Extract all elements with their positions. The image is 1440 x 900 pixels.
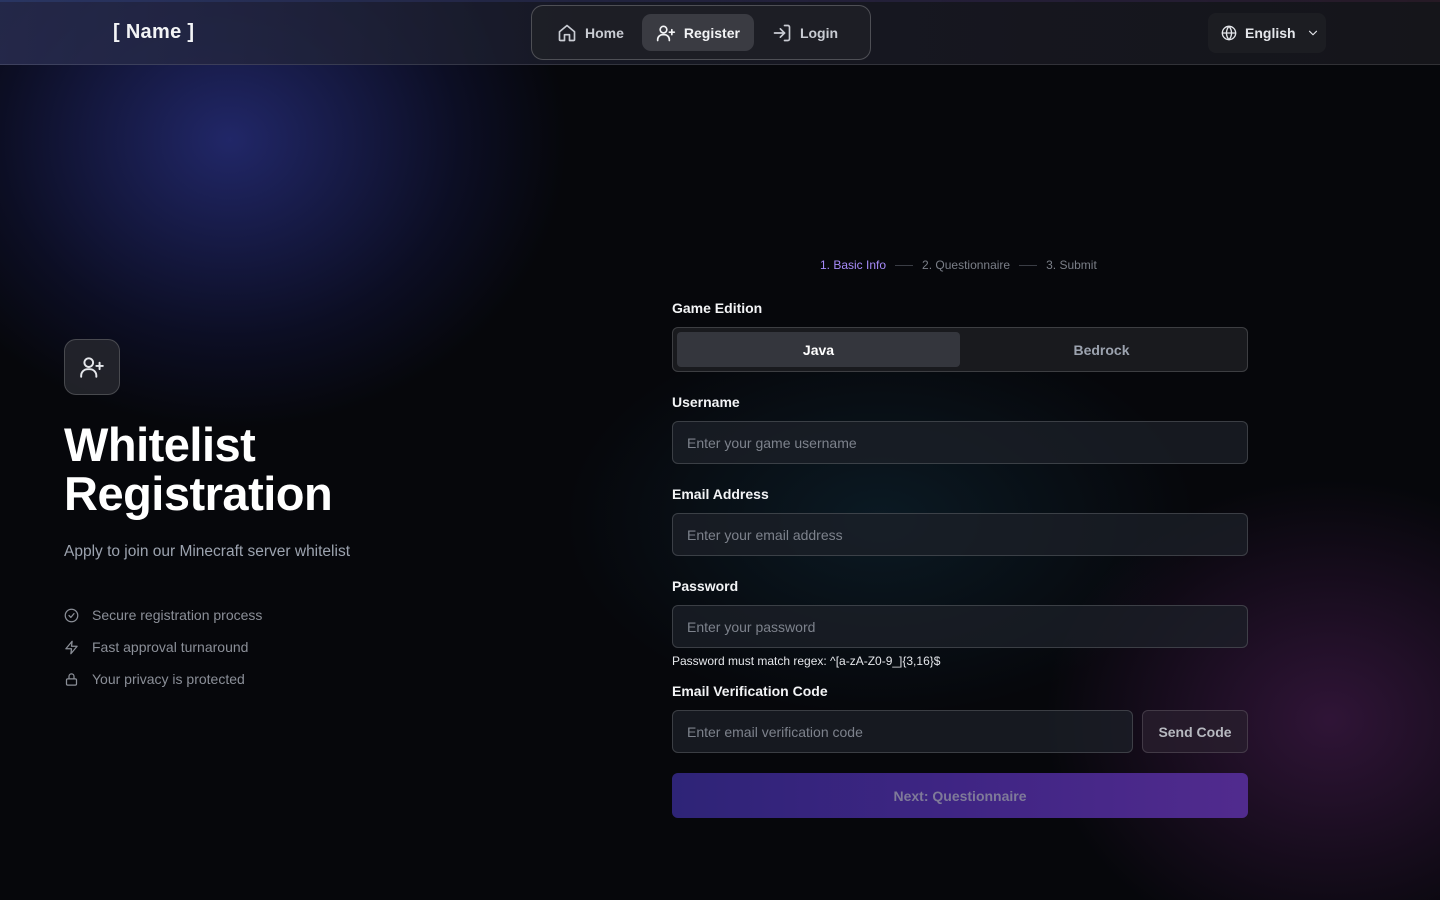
top-navbar: [ Name ] Home Register Login English <box>0 0 1440 65</box>
hero-badge <box>64 339 120 395</box>
language-label: English <box>1245 25 1296 41</box>
email-label: Email Address <box>672 486 769 502</box>
page-title-line2: Registration <box>64 467 333 520</box>
verification-code-input[interactable] <box>672 710 1133 753</box>
edition-bedrock-option[interactable]: Bedrock <box>960 332 1243 367</box>
zap-icon <box>65 640 78 654</box>
user-plus-icon <box>656 25 676 41</box>
feature-item: Fast approval turnaround <box>64 636 262 658</box>
nav-register[interactable]: Register <box>641 14 754 51</box>
page-title-line1: Whitelist <box>64 418 256 471</box>
nav-login-label: Login <box>799 24 839 41</box>
step-questionnaire: 2. Questionnaire <box>922 258 1011 272</box>
feature-list: Secure registration process Fast approva… <box>64 604 262 700</box>
page-title: Whitelist Registration <box>64 420 484 518</box>
chevron-down-icon <box>1308 30 1317 36</box>
check-circle-icon <box>64 608 79 622</box>
password-hint: Password must match regex: ^[a-zA-Z0-9_]… <box>672 654 941 668</box>
password-label: Password <box>672 578 739 594</box>
feature-item: Your privacy is protected <box>64 668 262 690</box>
nav-home-label: Home <box>585 24 624 41</box>
feature-label: Your privacy is protected <box>92 671 245 687</box>
feature-item: Secure registration process <box>64 604 262 626</box>
email-input[interactable] <box>672 513 1248 556</box>
page-subtitle: Apply to join our Minecraft server white… <box>64 543 351 560</box>
username-label: Username <box>672 394 740 410</box>
nav-login[interactable]: Login <box>758 14 852 51</box>
password-input[interactable] <box>672 605 1248 648</box>
edition-java-option[interactable]: Java <box>677 332 960 367</box>
registration-form: Game Edition Java Bedrock Username Email… <box>672 300 1248 818</box>
language-selector[interactable]: English <box>1208 13 1326 53</box>
verification-row: Send Code <box>672 710 1248 753</box>
step-indicator: 1. Basic Info 2. Questionnaire 3. Submit <box>820 258 1097 272</box>
next-questionnaire-button[interactable]: Next: Questionnaire <box>672 773 1248 818</box>
brand-name[interactable]: [ Name ] <box>113 21 194 44</box>
feature-label: Secure registration process <box>92 607 263 623</box>
send-code-button[interactable]: Send Code <box>1142 710 1248 753</box>
step-basic-info: 1. Basic Info <box>820 258 887 272</box>
home-icon <box>558 24 576 41</box>
globe-icon <box>1221 25 1237 41</box>
step-separator <box>1019 264 1038 266</box>
feature-label: Fast approval turnaround <box>92 639 249 655</box>
nav-register-label: Register <box>683 24 740 41</box>
log-in-icon <box>773 24 791 41</box>
verification-label: Email Verification Code <box>672 683 828 699</box>
main-nav: Home Register Login <box>531 5 871 60</box>
edition-toggle: Java Bedrock <box>672 327 1248 372</box>
user-plus-icon <box>80 357 104 378</box>
step-submit: 3. Submit <box>1046 258 1097 272</box>
nav-home[interactable]: Home <box>543 14 638 51</box>
username-input[interactable] <box>672 421 1248 464</box>
step-separator <box>895 264 914 266</box>
lock-icon <box>65 672 78 686</box>
edition-label: Game Edition <box>672 300 763 316</box>
